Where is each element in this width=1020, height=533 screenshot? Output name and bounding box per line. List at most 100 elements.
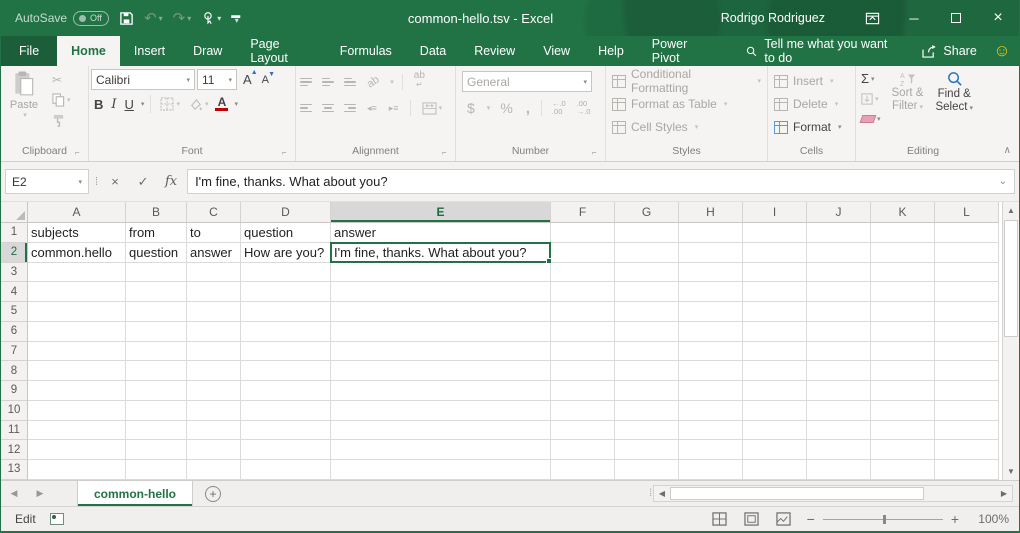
format-as-table-button[interactable]: Format as Table▾	[608, 93, 765, 115]
cell-H3[interactable]	[679, 263, 743, 283]
cell-J8[interactable]	[807, 361, 871, 381]
cell-E3[interactable]	[331, 263, 551, 283]
cell-F12[interactable]	[551, 440, 615, 460]
cell-J12[interactable]	[807, 440, 871, 460]
column-header-I[interactable]: I	[743, 202, 807, 223]
tab-help[interactable]: Help	[584, 36, 638, 66]
cell-B13[interactable]	[126, 460, 187, 480]
tab-data[interactable]: Data	[406, 36, 460, 66]
zoom-level[interactable]: 100%	[973, 512, 1009, 526]
zoom-slider[interactable]	[823, 519, 943, 520]
cell-K1[interactable]	[871, 223, 935, 243]
cell-A10[interactable]	[28, 401, 126, 421]
cell-K12[interactable]	[871, 440, 935, 460]
tab-power-pivot[interactable]: Power Pivot	[638, 36, 724, 66]
tab-page-layout[interactable]: Page Layout	[236, 36, 325, 66]
cell-A11[interactable]	[28, 421, 126, 441]
scroll-right-icon[interactable]: ▶	[996, 489, 1012, 498]
font-color-button[interactable]: A	[213, 97, 230, 111]
row-header-9[interactable]: 9	[1, 381, 28, 401]
cell-A13[interactable]	[28, 460, 126, 480]
sheet-tab-common-hello[interactable]: common-hello	[77, 481, 193, 506]
cell-G4[interactable]	[615, 282, 679, 302]
zoom-slider-handle[interactable]	[883, 515, 886, 524]
cell-E12[interactable]	[331, 440, 551, 460]
horizontal-scroll-thumb[interactable]	[670, 487, 924, 500]
page-break-preview-button[interactable]	[775, 512, 793, 526]
column-header-J[interactable]: J	[807, 202, 871, 223]
row-header-11[interactable]: 11	[1, 421, 28, 441]
cell-J13[interactable]	[807, 460, 871, 480]
cell-A7[interactable]	[28, 342, 126, 362]
cell-K11[interactable]	[871, 421, 935, 441]
cell-A9[interactable]	[28, 381, 126, 401]
cell-B12[interactable]	[126, 440, 187, 460]
cell-K6[interactable]	[871, 322, 935, 342]
cell-E2[interactable]: I'm fine, thanks. What about you?	[331, 243, 551, 263]
tab-draw[interactable]: Draw	[179, 36, 236, 66]
conditional-formatting-button[interactable]: Conditional Formatting▾	[608, 70, 765, 92]
cell-E1[interactable]: answer	[331, 223, 551, 243]
cell-E5[interactable]	[331, 302, 551, 322]
autosave-toggle[interactable]: AutoSave Off	[15, 11, 109, 26]
column-header-B[interactable]: B	[126, 202, 187, 223]
cell-J4[interactable]	[807, 282, 871, 302]
number-dialog-launcher[interactable]: ⌐	[592, 148, 602, 158]
underline-button[interactable]: U	[122, 93, 137, 115]
accounting-format-button[interactable]: $	[464, 97, 478, 119]
cell-K9[interactable]	[871, 381, 935, 401]
cell-C2[interactable]: answer	[187, 243, 241, 263]
cell-K13[interactable]	[871, 460, 935, 480]
cell-L13[interactable]	[935, 460, 999, 480]
scroll-down-icon[interactable]: ▼	[1003, 463, 1019, 480]
cell-I8[interactable]	[743, 361, 807, 381]
macro-record-icon[interactable]	[50, 513, 64, 525]
cell-H6[interactable]	[679, 322, 743, 342]
user-name[interactable]: Rodrigo Rodriguez	[721, 11, 825, 25]
paste-button[interactable]: Paste ▾	[3, 69, 45, 119]
next-sheet-button[interactable]: ▶	[27, 481, 53, 506]
font-name-select[interactable]: Calibri▾	[91, 69, 195, 90]
tell-me-search[interactable]: Tell me what you want to do	[734, 36, 910, 66]
align-center-button[interactable]	[320, 102, 336, 115]
cell-G3[interactable]	[615, 263, 679, 283]
spreadsheet[interactable]: ABCDEFGHIJKL1subjectsfromtoquestionanswe…	[1, 202, 1002, 480]
cell-L12[interactable]	[935, 440, 999, 460]
cell-E4[interactable]	[331, 282, 551, 302]
cell-D9[interactable]	[241, 381, 331, 401]
cell-G12[interactable]	[615, 440, 679, 460]
cell-K10[interactable]	[871, 401, 935, 421]
cell-G1[interactable]	[615, 223, 679, 243]
cell-L9[interactable]	[935, 381, 999, 401]
row-header-3[interactable]: 3	[1, 263, 28, 283]
borders-button[interactable]: ▾	[157, 93, 183, 115]
decrease-decimal-button[interactable]: .00→.0	[575, 100, 593, 116]
cell-C4[interactable]	[187, 282, 241, 302]
cell-G13[interactable]	[615, 460, 679, 480]
cell-B11[interactable]	[126, 421, 187, 441]
cell-K7[interactable]	[871, 342, 935, 362]
close-button[interactable]: ×	[977, 0, 1019, 36]
scroll-left-icon[interactable]: ◀	[654, 489, 670, 498]
tab-review[interactable]: Review	[460, 36, 529, 66]
column-header-E[interactable]: E	[331, 202, 551, 223]
row-header-2[interactable]: 2	[1, 243, 28, 263]
find-select-button[interactable]: Find & Select▾	[931, 69, 976, 128]
zoom-in-button[interactable]: +	[951, 511, 959, 527]
cell-A3[interactable]	[28, 263, 126, 283]
insert-cells-button[interactable]: Insert▾	[770, 70, 846, 92]
cell-D6[interactable]	[241, 322, 331, 342]
cell-J5[interactable]	[807, 302, 871, 322]
cell-E8[interactable]	[331, 361, 551, 381]
align-right-button[interactable]	[342, 102, 358, 115]
cell-I4[interactable]	[743, 282, 807, 302]
cell-I1[interactable]	[743, 223, 807, 243]
cell-A4[interactable]	[28, 282, 126, 302]
column-header-A[interactable]: A	[28, 202, 126, 223]
vertical-scroll-thumb[interactable]	[1004, 220, 1018, 337]
cell-D5[interactable]	[241, 302, 331, 322]
cell-G8[interactable]	[615, 361, 679, 381]
vertical-scroll-track[interactable]	[1003, 219, 1019, 463]
column-header-C[interactable]: C	[187, 202, 241, 223]
cell-B4[interactable]	[126, 282, 187, 302]
